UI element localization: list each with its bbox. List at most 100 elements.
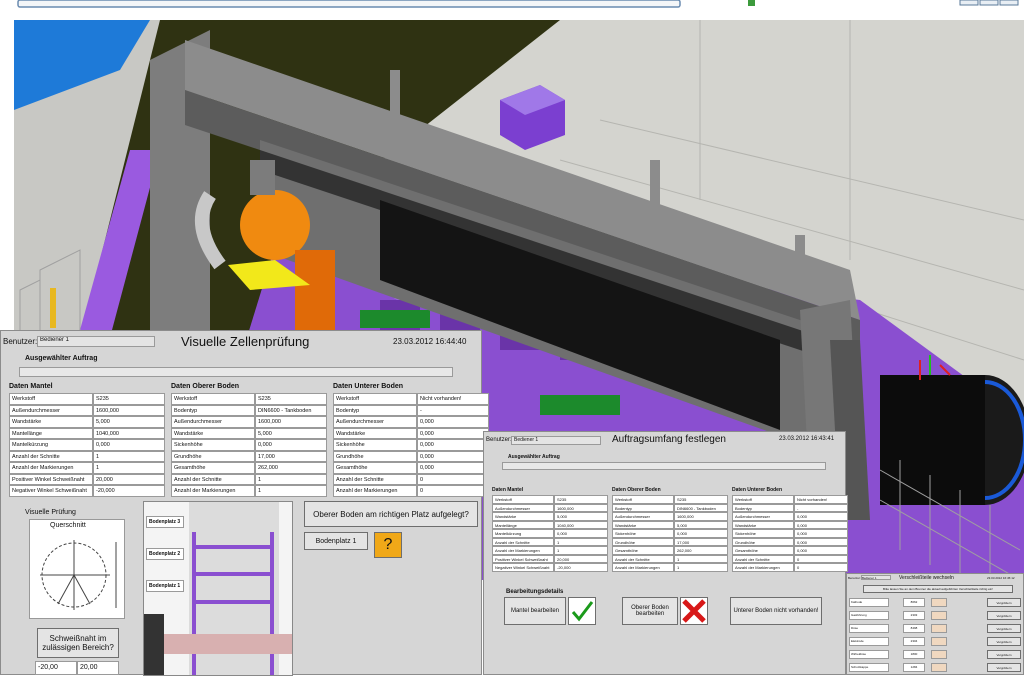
data-label: Anzahl der Schnitte — [612, 554, 674, 563]
data-value: 0,000 — [255, 439, 327, 451]
data-value: 0,000 — [417, 462, 489, 474]
enlarge-button[interactable]: Vergrößern — [987, 650, 1021, 659]
data-value: 0,000 — [674, 529, 728, 538]
data-value: 1 — [93, 462, 165, 474]
cross-icon — [680, 597, 708, 625]
minimize-button[interactable] — [959, 0, 979, 6]
data-label: Sickenhöhe — [333, 439, 417, 451]
data-value: 0,000 — [417, 450, 489, 462]
slot-1-label: Bodenplatz 1 — [146, 580, 184, 592]
data-value: - — [417, 404, 489, 416]
data-label: Positiver Winkel Schweißnaht — [9, 473, 93, 485]
part-name: Wirbeldüse — [849, 650, 889, 659]
data-label: Anzahl der Markierungen — [333, 485, 417, 497]
data-label: Positiver Winkel Schweißnaht — [492, 554, 554, 563]
part-icon — [931, 650, 947, 659]
data-value: 1600,000 — [255, 416, 327, 428]
part-name: Gasführung — [849, 611, 889, 620]
data-value: -20,000 — [93, 485, 165, 497]
data-label: Wandstärke — [612, 520, 674, 529]
data-value: 1040,000 — [93, 427, 165, 439]
enlarge-button[interactable]: Vergrößern — [987, 663, 1021, 672]
part-value: 8498 — [903, 624, 925, 633]
question-icon[interactable]: ? — [374, 532, 402, 558]
page-title: Visuelle Zellenprüfung — [181, 334, 310, 349]
enlarge-button[interactable]: Vergrößern — [987, 611, 1021, 620]
data-value: 0,000 — [794, 529, 848, 538]
selected-order-field — [19, 367, 453, 377]
slot-3-label: Bodenplatz 3 — [146, 516, 184, 528]
data-label: Bodentyp — [612, 503, 674, 512]
section-header: Daten Unterer Boden — [333, 383, 404, 390]
data-label: Werkstoff — [333, 393, 417, 405]
data-value: 1 — [554, 546, 608, 555]
enlarge-button[interactable]: Vergrößern — [987, 598, 1021, 607]
slot-rack-view: Bodenplatz 3 Bodenplatz 2 Bodenplatz 1 — [143, 501, 293, 676]
user-field: Bediener 1 — [511, 436, 601, 445]
section-header: Daten Unterer Boden — [732, 487, 783, 493]
part-name: Elektrode — [849, 637, 889, 646]
data-value: 5,000 — [93, 416, 165, 428]
cross-section-diagram: Querschnitt — [29, 519, 125, 619]
data-label: Anzahl der Markierungen — [492, 546, 554, 555]
data-value: 5,000 — [674, 520, 728, 529]
data-label: Mantellänge — [492, 520, 554, 529]
part-icon — [931, 598, 947, 607]
data-value: 0 — [794, 554, 848, 563]
edit-upper-floor-button[interactable]: Oberer Boden bearbeiten — [622, 597, 678, 625]
weld-pos-field[interactable]: 20,00 — [77, 661, 119, 675]
data-label: Mantellänge — [9, 427, 93, 439]
enlarge-button[interactable]: Vergrößern — [987, 624, 1021, 633]
data-label: Bodentyp — [333, 404, 417, 416]
upper-floor-placement-button[interactable]: Oberer Boden am richtigen Platz aufgeleg… — [304, 501, 478, 527]
data-label: Negativer Winkel Schweißnaht — [492, 563, 554, 572]
weld-check-button[interactable]: Schweißnaht im zulässigen Bereich? — [37, 628, 119, 658]
maximize-button[interactable] — [979, 0, 999, 6]
data-label: Gesamthöhe — [732, 546, 794, 555]
data-value: 1 — [255, 473, 327, 485]
data-label: Grundhöhe — [171, 450, 255, 462]
data-value: 0 — [417, 485, 489, 497]
part-name: Schutzkappe — [849, 663, 889, 672]
section-header: Daten Mantel — [492, 487, 524, 493]
close-button[interactable] — [999, 0, 1019, 6]
data-value: 5,000 — [554, 512, 608, 521]
data-label: Außendurchmesser — [333, 416, 417, 428]
selected-order-label: Ausgewählter Auftrag — [25, 355, 98, 362]
data-label: Mantelkürzung — [492, 529, 554, 538]
data-value: 0,000 — [794, 537, 848, 546]
datetime: 23.03.2012 16:45:12 — [987, 576, 1015, 580]
section-header: Daten Oberer Boden — [612, 487, 661, 493]
data-value: S235 — [554, 495, 608, 504]
enlarge-button[interactable]: Vergrößern — [987, 637, 1021, 646]
data-label: Wandstärke — [171, 427, 255, 439]
data-value: 1 — [255, 485, 327, 497]
data-label: Grundhöhe — [333, 450, 417, 462]
data-value: Nicht vorhanden! — [417, 393, 489, 405]
notice-box: Bitte lassen Sie an dem Brenner die aktu… — [863, 585, 1013, 593]
data-label: Anzahl der Markierungen — [171, 485, 255, 497]
data-label: Anzahl der Markierungen — [612, 563, 674, 572]
data-label: Bodentyp — [732, 503, 794, 512]
data-label: Wandstärke — [492, 512, 554, 521]
data-label: Anzahl der Schnitte — [9, 450, 93, 462]
status-icon — [748, 0, 755, 6]
data-label: Wandstärke — [732, 520, 794, 529]
data-value: -20,000 — [554, 563, 608, 572]
part-value: 1800 — [903, 650, 925, 659]
data-value: DIN6600 - Tankboden — [255, 404, 327, 416]
user-label: Benutzer: — [3, 337, 38, 346]
weld-neg-field[interactable]: -20,00 — [35, 661, 77, 675]
data-value: 1 — [93, 450, 165, 462]
data-value: 1600,000 — [93, 404, 165, 416]
lower-floor-missing-button[interactable]: Unterer Boden nicht vorhanden! — [730, 597, 822, 625]
data-value: S235 — [93, 393, 165, 405]
data-value: S235 — [674, 495, 728, 504]
data-label: Anzahl der Schnitte — [492, 537, 554, 546]
edit-shell-button[interactable]: Mantel bearbeiten — [504, 597, 566, 625]
address-bar[interactable] — [17, 0, 681, 8]
part-value: 1284 — [903, 663, 925, 672]
data-label: Gesamthöhe — [171, 462, 255, 474]
data-value: 1040,000 — [554, 520, 608, 529]
data-value: 1 — [674, 554, 728, 563]
